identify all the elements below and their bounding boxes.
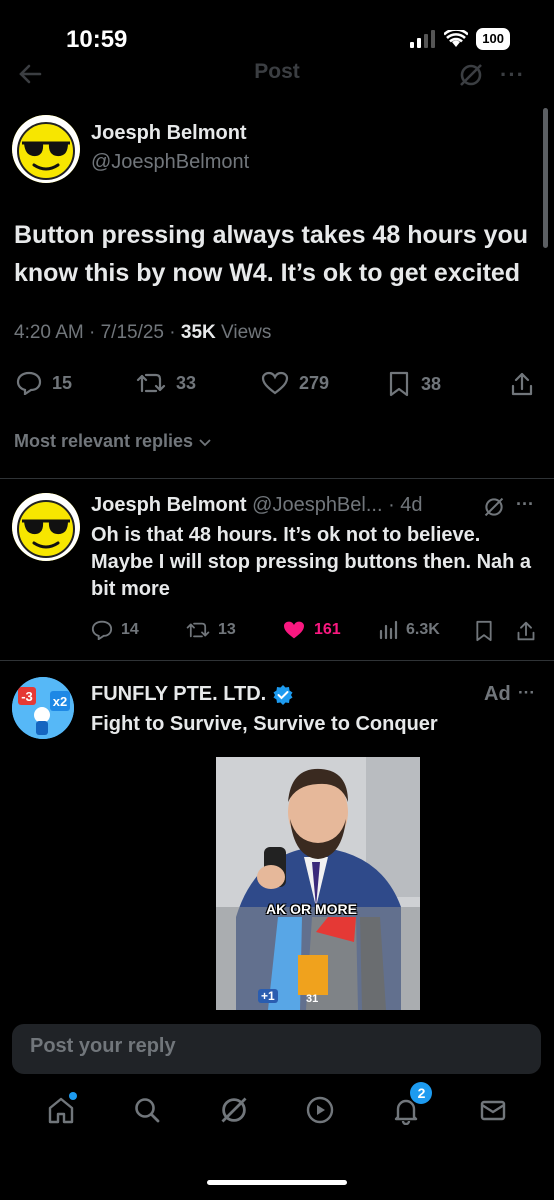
divider <box>0 660 554 661</box>
sort-label: Most relevant replies <box>14 431 194 451</box>
avatar[interactable] <box>12 115 80 183</box>
bookmark-icon[interactable] <box>474 620 494 642</box>
reply-author-name[interactable]: Joesph Belmont <box>91 494 247 516</box>
sunglasses-emoji-avatar <box>12 493 80 561</box>
bookmark-icon <box>389 371 409 397</box>
grok-icon[interactable] <box>458 62 484 88</box>
post-text: Button pressing always takes 48 hours yo… <box>14 221 529 287</box>
ad-text: Fight to Survive, Survive to Conquer <box>91 713 438 735</box>
post-views-count: 35K <box>180 322 216 343</box>
search-icon <box>135 1098 160 1123</box>
divider <box>0 478 554 479</box>
post-views-label: Views <box>215 322 272 343</box>
tab-search[interactable] <box>127 1090 167 1130</box>
status-time: 10:59 <box>66 26 128 53</box>
home-indicator[interactable] <box>207 1180 347 1185</box>
like-count: 279 <box>299 372 330 393</box>
battery-level: 100 <box>476 28 510 50</box>
tab-messages[interactable] <box>473 1090 513 1130</box>
reply-input[interactable]: Post your reply <box>12 1024 541 1074</box>
status-icons: 100 <box>410 28 510 50</box>
ad-video[interactable]: AK OR MORE +1 31 <box>216 757 420 1010</box>
share-icon[interactable] <box>516 620 536 642</box>
reply-avatar[interactable] <box>12 493 80 561</box>
bookmark-button[interactable]: 38 <box>387 371 441 397</box>
reply-reply-button[interactable]: 14 <box>91 620 139 640</box>
repost-icon <box>136 373 166 393</box>
reply-views-count: 6.3K <box>406 621 440 638</box>
reply-like-button[interactable]: 161 <box>282 620 341 640</box>
repost-icon <box>186 622 210 638</box>
advertiser-name[interactable]: FUNFLY PTE. LTD. <box>91 683 266 706</box>
heart-icon <box>261 371 289 395</box>
reply-repost-count: 13 <box>218 621 236 638</box>
grok-icon[interactable] <box>483 496 505 518</box>
post-timestamp: 4:20 AM · 7/15/25 · <box>14 322 181 343</box>
video-caption: AK OR MORE <box>266 901 357 917</box>
game-plus-label: +1 <box>258 989 278 1003</box>
share-icon[interactable] <box>510 371 534 397</box>
game-logo-icon: -3 x2 <box>12 677 74 739</box>
ad-header: FUNFLY PTE. LTD. <box>91 683 294 706</box>
svg-text:x2: x2 <box>53 694 67 709</box>
reply-author-handle[interactable]: @JoesphBel... <box>252 494 382 516</box>
author-handle[interactable]: @JoesphBelmont <box>91 151 249 174</box>
reply-header: Joesph Belmont @JoesphBel... · 4d <box>91 494 423 517</box>
repost-button[interactable]: 33 <box>136 371 196 395</box>
reply-text: Oh is that 48 hours. It’s ok not to beli… <box>91 524 532 600</box>
reply-icon <box>91 620 113 640</box>
reply-age: · 4d <box>382 494 423 516</box>
reply-like-count: 161 <box>314 621 341 638</box>
reply-count: 15 <box>52 372 73 393</box>
like-button[interactable]: 279 <box>261 371 329 395</box>
reply-icon <box>16 371 42 395</box>
bottom-tab-bar: 2 <box>0 1082 554 1130</box>
reply-reply-count: 14 <box>121 621 139 638</box>
repost-count: 33 <box>176 372 197 393</box>
mail-icon <box>480 1100 505 1121</box>
ad-avatar[interactable]: -3 x2 <box>12 677 74 739</box>
play-circle-icon <box>306 1096 334 1124</box>
reply-views-button[interactable]: 6.3K <box>378 620 440 640</box>
views-chart-icon <box>379 620 398 640</box>
heart-filled-icon <box>284 621 304 639</box>
tab-grok[interactable] <box>214 1090 254 1130</box>
more-options-icon[interactable]: ··· <box>500 62 525 88</box>
reply-more-icon[interactable]: ··· <box>516 494 534 515</box>
bookmark-count: 38 <box>421 373 442 394</box>
grok-icon <box>221 1097 247 1123</box>
sunglasses-emoji-avatar <box>12 115 80 183</box>
reply-repost-button[interactable]: 13 <box>186 620 236 640</box>
verified-badge-icon <box>273 684 293 705</box>
wifi-icon <box>444 30 469 47</box>
ad-more-icon[interactable]: ··· <box>518 683 535 703</box>
tab-notifications[interactable]: 2 <box>386 1082 433 1130</box>
tab-video[interactable] <box>300 1090 340 1130</box>
tab-home[interactable] <box>41 1090 81 1130</box>
author-name[interactable]: Joesph Belmont <box>91 122 247 145</box>
notifications-badge: 2 <box>410 1082 433 1104</box>
signal-icon <box>410 30 436 48</box>
post-meta: 4:20 AM · 7/15/25 · 35K Views <box>14 322 271 344</box>
reply-button[interactable]: 15 <box>16 371 72 395</box>
video-thumbnail <box>216 757 420 1010</box>
svg-text:-3: -3 <box>21 689 33 704</box>
sort-replies-dropdown[interactable]: Most relevant replies <box>14 431 213 452</box>
ad-label: Ad <box>484 683 511 705</box>
chevron-down-icon <box>199 438 211 446</box>
game-count-label: 31 <box>306 993 319 1005</box>
